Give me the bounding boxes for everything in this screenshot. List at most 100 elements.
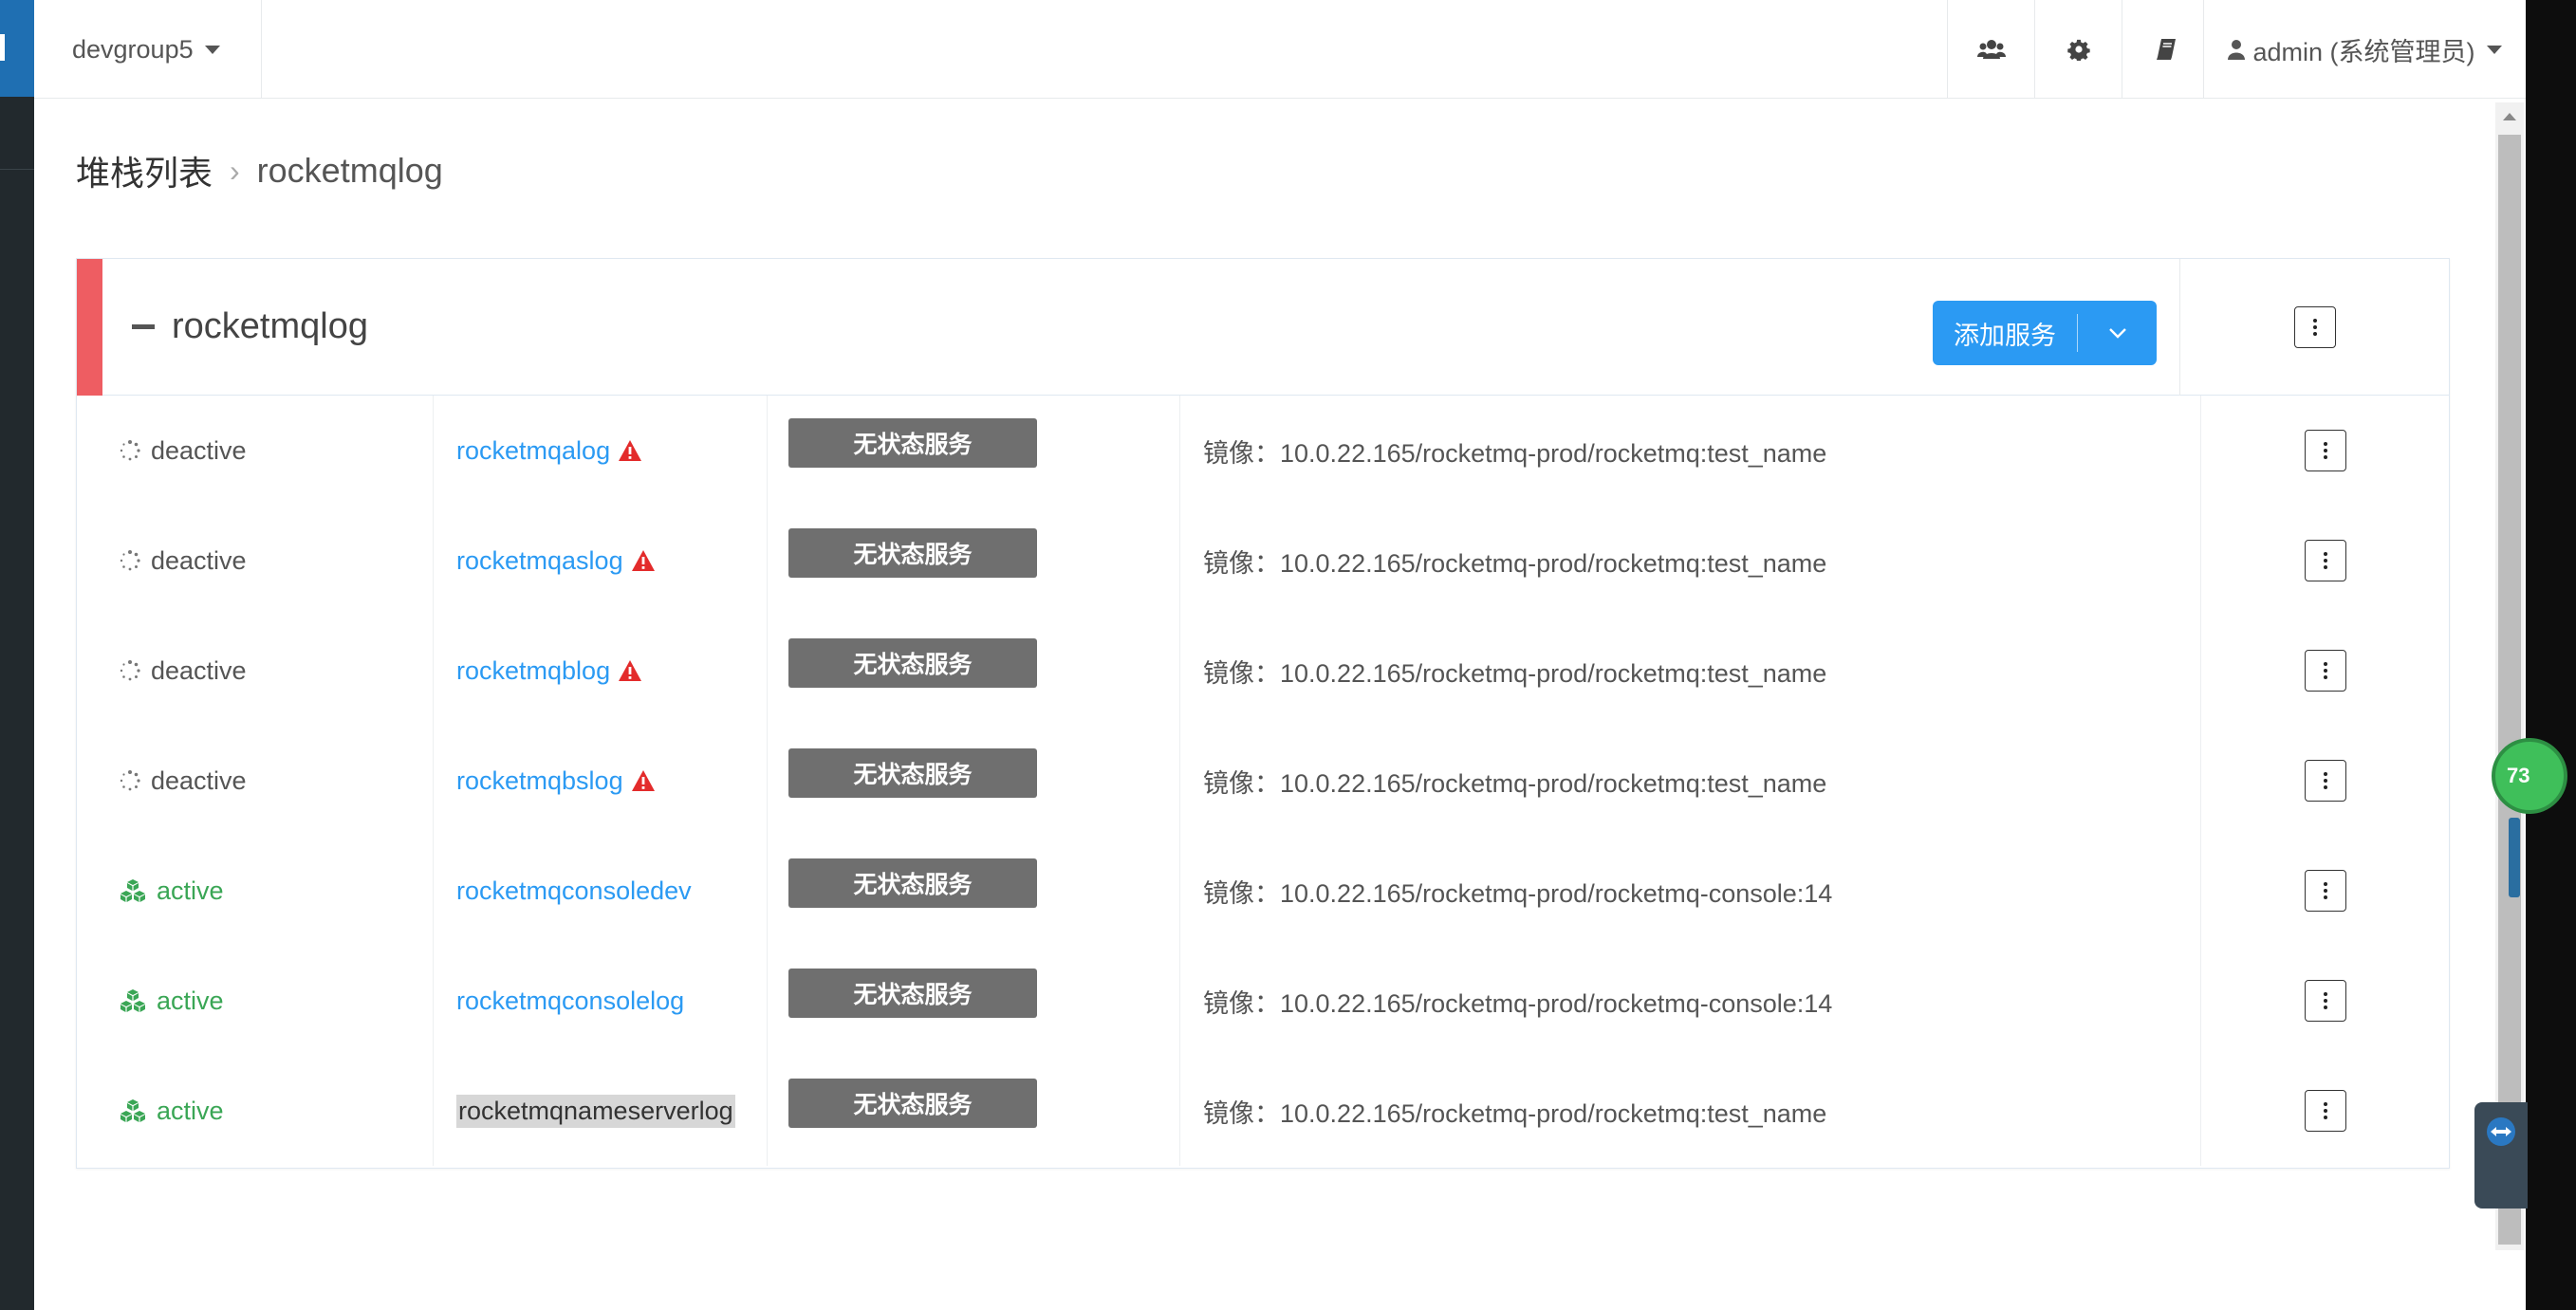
caret-down-icon	[204, 45, 220, 54]
service-type-badge: 无状态服务	[788, 1079, 1037, 1128]
users-button[interactable]	[1947, 0, 2034, 99]
service-menu-button[interactable]	[2304, 650, 2346, 692]
stack-header: rocketmqlog 添加服务	[77, 259, 2449, 396]
service-row: active rocketmqconsoledev 无状态服务 镜像：10.0.22.…	[77, 836, 2449, 946]
kebab-icon	[2312, 319, 2317, 323]
service-name-link[interactable]: rocketmqalog	[456, 436, 610, 466]
service-status: active	[77, 946, 434, 1056]
service-type-badge: 无状态服务	[788, 638, 1037, 688]
service-name-link[interactable]: rocketmqbslog	[456, 766, 623, 796]
service-name-cell: rocketmqaslog	[434, 506, 768, 616]
left-sidebar	[0, 0, 34, 1310]
service-type-badge: 无状态服务	[788, 418, 1037, 468]
book-icon	[2156, 39, 2176, 60]
minus-icon[interactable]	[132, 324, 155, 329]
service-status: active	[77, 1056, 434, 1166]
service-name-link[interactable]: rocketmqblog	[456, 656, 610, 686]
group-selector-label: devgroup5	[72, 34, 194, 64]
floating-remote-tab[interactable]	[2474, 1102, 2528, 1209]
service-menu-button[interactable]	[2304, 540, 2346, 581]
service-image: 镜像：10.0.22.165/rocketmq-prod/rocketmq-co…	[1180, 946, 2201, 1056]
service-menu-cell	[2201, 396, 2449, 506]
service-name-cell: rocketmqalog	[434, 396, 768, 506]
kebab-icon	[2323, 992, 2327, 996]
service-menu-cell	[2201, 616, 2449, 726]
service-name-link[interactable]: rocketmqconsoledev	[456, 876, 692, 906]
service-type-cell: 无状态服务	[768, 1056, 1180, 1166]
stack-accent-bar	[77, 259, 102, 396]
breadcrumb: 堆栈列表 › rocketmqlog	[76, 146, 443, 195]
scroll-up-button[interactable]	[2495, 102, 2524, 131]
service-menu-button[interactable]	[2304, 870, 2346, 912]
stack-menu-cell	[2179, 259, 2449, 396]
kebab-icon	[2323, 772, 2327, 776]
sidebar-divider	[0, 169, 34, 170]
caret-down-icon	[2486, 45, 2502, 54]
service-type-cell: 无状态服务	[768, 616, 1180, 726]
service-status: deactive	[77, 396, 434, 506]
warning-icon	[631, 769, 656, 792]
stack-menu-button[interactable]	[2293, 306, 2336, 348]
service-image: 镜像：10.0.22.165/rocketmq-prod/rocketmq-co…	[1180, 836, 2201, 946]
service-menu-cell	[2201, 946, 2449, 1056]
service-menu-cell	[2201, 836, 2449, 946]
service-image: 镜像：10.0.22.165/rocketmq-prod/rocketmq:te…	[1180, 396, 2201, 506]
service-menu-cell	[2201, 1056, 2449, 1166]
service-menu-button[interactable]	[2304, 430, 2346, 471]
service-name-link[interactable]: rocketmqnameserverlog	[456, 1094, 735, 1128]
breadcrumb-root[interactable]: 堆栈列表	[76, 146, 213, 195]
service-menu-button[interactable]	[2304, 980, 2346, 1022]
service-status-label: active	[157, 1096, 224, 1125]
cubes-icon	[119, 878, 147, 903]
add-service-label: 添加服务	[1954, 321, 2056, 350]
scrollbar-thumb[interactable]	[2498, 135, 2521, 1245]
warning-icon	[618, 439, 642, 462]
stack-title[interactable]: rocketmqlog	[132, 306, 368, 347]
service-image: 镜像：10.0.22.165/rocketmq-prod/rocketmq:te…	[1180, 506, 2201, 616]
breadcrumb-separator: ›	[230, 153, 240, 188]
user-menu[interactable]: admin (系统管理员)	[2203, 0, 2526, 99]
service-menu-button[interactable]	[2304, 760, 2346, 802]
add-service-dropdown[interactable]	[2078, 327, 2157, 339]
service-type-cell: 无状态服务	[768, 726, 1180, 836]
floating-badge-value: 73	[2507, 764, 2530, 787]
service-type-badge: 无状态服务	[788, 969, 1037, 1018]
users-icon	[1976, 40, 2006, 59]
service-type-badge: 无状态服务	[788, 528, 1037, 578]
warning-icon	[618, 659, 642, 682]
service-status-label: deactive	[151, 766, 247, 795]
settings-button[interactable]	[2034, 0, 2122, 99]
service-status-label: deactive	[151, 655, 247, 685]
spinner-icon	[119, 659, 141, 682]
user-icon	[2228, 40, 2246, 60]
remote-control-icon	[2487, 1117, 2515, 1146]
service-type-cell: 无状态服务	[768, 836, 1180, 946]
chevron-down-icon	[2108, 328, 2126, 339]
service-name-cell: rocketmqconsolelog	[434, 946, 768, 1056]
service-name-cell: rocketmqconsoledev	[434, 836, 768, 946]
service-menu-button[interactable]	[2304, 1090, 2346, 1132]
service-name-link[interactable]: rocketmqconsolelog	[456, 987, 684, 1016]
group-selector[interactable]: devgroup5	[34, 0, 262, 99]
service-row: deactive rocketmqaslog 无状态服务 镜像：10.0.22.165…	[77, 506, 2449, 616]
user-menu-label: admin (系统管理员)	[2252, 37, 2475, 66]
add-service-button[interactable]: 添加服务	[1933, 301, 2157, 365]
kebab-icon	[2323, 1102, 2327, 1106]
docs-button[interactable]	[2122, 0, 2209, 99]
service-image: 镜像：10.0.22.165/rocketmq-prod/rocketmq:te…	[1180, 726, 2201, 836]
service-type-cell: 无状态服务	[768, 946, 1180, 1056]
service-status: deactive	[77, 506, 434, 616]
breadcrumb-current: rocketmqlog	[256, 151, 443, 190]
floating-monitor-bar	[2509, 818, 2520, 897]
service-type-badge: 无状态服务	[788, 748, 1037, 798]
service-name-link[interactable]: rocketmqaslog	[456, 546, 623, 576]
service-status-label: deactive	[151, 545, 247, 575]
logo[interactable]	[0, 0, 34, 97]
service-row: active rocketmqnameserverlog 无状态服务 镜像：10.0.…	[77, 1056, 2449, 1166]
service-menu-cell	[2201, 506, 2449, 616]
stack-name: rocketmqlog	[172, 306, 368, 346]
floating-monitor-badge[interactable]: 73	[2492, 738, 2567, 814]
service-status: deactive	[77, 726, 434, 836]
service-name-cell: rocketmqnameserverlog	[434, 1056, 768, 1166]
service-type-cell: 无状态服务	[768, 506, 1180, 616]
